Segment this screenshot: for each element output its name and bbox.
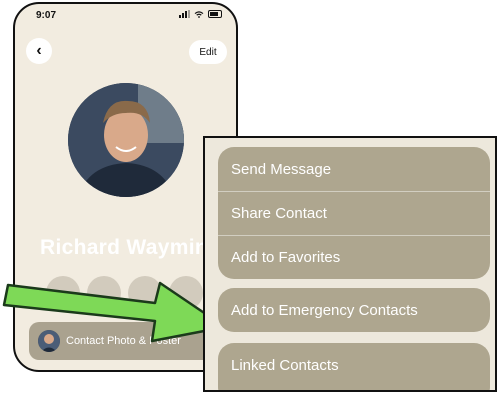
menu-item-add-to-emergency-contacts[interactable]: Add to Emergency Contacts — [218, 288, 490, 332]
avatar — [68, 83, 184, 197]
status-bar: 9:07 — [15, 4, 236, 32]
menu-item-send-message[interactable]: Send Message — [218, 147, 490, 191]
context-menu: Send Message Share Contact Add to Favori… — [203, 136, 497, 392]
avatar-photo — [68, 83, 184, 197]
pointer-arrow-icon — [2, 281, 227, 343]
battery-icon — [208, 10, 222, 18]
signal-icon — [179, 10, 190, 18]
menu-item-add-to-favorites[interactable]: Add to Favorites — [218, 235, 490, 279]
back-button[interactable]: ‹ — [26, 38, 52, 64]
menu-group-linked: Linked Contacts — [218, 343, 490, 390]
edit-button[interactable]: Edit — [189, 40, 227, 64]
wifi-icon — [194, 10, 204, 18]
status-time: 9:07 — [36, 10, 57, 21]
menu-item-linked-contacts[interactable]: Linked Contacts — [218, 343, 490, 387]
chevron-left-icon: ‹ — [36, 42, 42, 59]
menu-group-emergency: Add to Emergency Contacts — [218, 288, 490, 332]
menu-item-share-contact[interactable]: Share Contact — [218, 191, 490, 235]
menu-group-primary: Send Message Share Contact Add to Favori… — [218, 147, 490, 279]
status-icons — [179, 10, 222, 18]
